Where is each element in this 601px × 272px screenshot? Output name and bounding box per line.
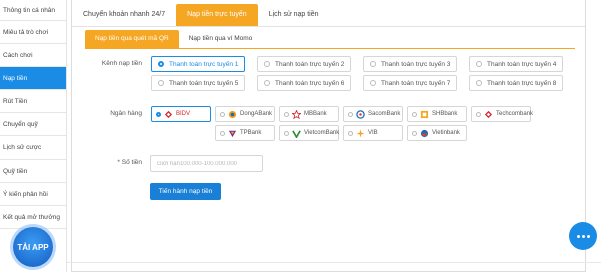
- channel-option-8[interactable]: Thanh toán trực tuyến 8: [469, 75, 563, 91]
- channel-option-label: Thanh toán trực tuyến 3: [381, 60, 451, 68]
- radio-icon: [476, 61, 482, 67]
- bank-option-donga[interactable]: DongABank: [215, 106, 275, 122]
- download-app-button[interactable]: TẢI APP: [13, 227, 53, 267]
- channel-option-1[interactable]: Thanh toán trực tuyến 1: [151, 56, 245, 72]
- bank-option-vib[interactable]: VIB: [343, 125, 403, 141]
- radio-icon: [370, 61, 376, 67]
- top-tabs: Chuyển khoản nhanh 24/7 Nạp tiền trực tu…: [72, 4, 330, 26]
- bank-option-sacom[interactable]: SacomBank: [343, 106, 403, 122]
- radio-icon: [412, 111, 417, 117]
- bank-option-label: BIDV: [176, 111, 191, 117]
- radio-icon: [156, 111, 161, 117]
- more-dots-icon: [581, 234, 585, 238]
- radio-icon: [220, 130, 225, 136]
- sidebar-item-feedback[interactable]: Ý kiến phản hồi: [0, 183, 66, 206]
- tab-deposit-history[interactable]: Lịch sử nạp tiền: [258, 4, 330, 26]
- channel-option-label: Thanh toán trực tuyến 7: [381, 79, 451, 87]
- bank-option-techcom[interactable]: Techcombank: [471, 106, 534, 122]
- bank-option-label: VietcomBank: [304, 130, 340, 136]
- radio-icon: [264, 61, 270, 67]
- sidebar-item-results[interactable]: Kết quả mở thưởng: [0, 206, 66, 229]
- bank-option-bidv[interactable]: BIDV: [151, 106, 211, 122]
- bank-option-label: DongABank: [240, 111, 273, 117]
- radio-icon: [476, 111, 481, 117]
- channel-label: Kênh nạp tiền: [101, 60, 142, 67]
- sidebar-item-how-to-play[interactable]: Cách chơi: [0, 44, 66, 68]
- more-dots-icon: [586, 234, 590, 238]
- sidebar-item-transfer[interactable]: Chuyển quỹ: [0, 113, 66, 137]
- bank-option-label: SHBbank: [432, 111, 458, 117]
- bank-option-label: TPBank: [240, 130, 262, 136]
- bank-option-label: VIB: [368, 130, 378, 136]
- channel-option-label: Thanh toán trực tuyến 4: [487, 60, 557, 68]
- amount-label: * Số tiền: [117, 159, 142, 166]
- bank-label: Ngân hàng: [110, 110, 142, 117]
- bank-option-label: Vietinbank: [432, 130, 460, 136]
- radio-icon: [370, 80, 376, 86]
- radio-icon: [158, 80, 164, 86]
- tab-online-deposit[interactable]: Nạp tiền trực tuyến: [176, 4, 258, 26]
- tab-divider: [72, 26, 585, 27]
- radio-icon: [158, 61, 164, 67]
- channel-option-label: Thanh toán trực tuyến 8: [487, 79, 557, 87]
- sidebar-item-profile[interactable]: Thông tin cá nhân: [0, 0, 66, 21]
- techcombank-logo-icon: [484, 110, 493, 118]
- horizontal-scrollbar[interactable]: [67, 262, 601, 263]
- bank-option-tp[interactable]: TPBank: [215, 125, 275, 141]
- radio-icon: [476, 80, 482, 86]
- main-panel: Chuyển khoản nhanh 24/7 Nạp tiền trực tu…: [71, 0, 586, 272]
- channel-option-6[interactable]: Thanh toán trực tuyến 6: [257, 75, 351, 91]
- channel-option-label: Thanh toán trực tuyến 2: [275, 60, 345, 68]
- channel-option-7[interactable]: Thanh toán trực tuyến 7: [363, 75, 457, 91]
- bank-option-shb[interactable]: SHBbank: [407, 106, 467, 122]
- bank-option-vietin[interactable]: Vietinbank: [407, 125, 467, 141]
- channel-option-5[interactable]: Thanh toán trực tuyến 5: [151, 75, 245, 91]
- bank-option-mb[interactable]: MBBank: [279, 106, 339, 122]
- sidebar-item-withdraw[interactable]: Rút Tiền: [0, 90, 66, 114]
- sidebar-item-deposit[interactable]: Nạp tiền: [0, 67, 66, 91]
- channel-option-3[interactable]: Thanh toán trực tuyến 3: [363, 56, 457, 72]
- more-dots-icon: [576, 234, 580, 238]
- radio-icon: [220, 111, 225, 117]
- bidv-logo-icon: [164, 110, 173, 118]
- bank-option-vietcom[interactable]: VietcomBank: [279, 125, 339, 141]
- radio-icon: [348, 111, 353, 117]
- shbbank-logo-icon: [420, 110, 429, 118]
- radio-icon: [284, 130, 289, 136]
- bank-option-label: Techcombank: [496, 111, 534, 117]
- submit-deposit-button[interactable]: Tiến hành nạp tiền: [150, 183, 221, 200]
- channel-option-label: Thanh toán trực tuyến 6: [275, 79, 345, 87]
- tab-fast-transfer[interactable]: Chuyển khoản nhanh 24/7: [72, 4, 176, 26]
- channel-option-2[interactable]: Thanh toán trực tuyến 2: [257, 56, 351, 72]
- vietinbank-logo-icon: [420, 129, 429, 137]
- sidebar-item-bet-history[interactable]: Lịch sử cược: [0, 136, 66, 160]
- channel-option-4[interactable]: Thanh toán trực tuyến 4: [469, 56, 563, 72]
- amount-input[interactable]: [150, 155, 263, 172]
- sidebar-item-funds[interactable]: Quỹ tiền: [0, 160, 66, 183]
- vietcombank-logo-icon: [292, 129, 301, 138]
- chat-button[interactable]: [569, 222, 597, 250]
- channel-option-label: Thanh toán trực tuyến 1: [169, 60, 239, 68]
- donga-logo-icon: [228, 110, 237, 118]
- subtab-momo-deposit[interactable]: Nạp tiền qua ví Momo: [179, 30, 263, 48]
- bank-option-label: SacomBank: [368, 111, 401, 117]
- radio-icon: [284, 111, 289, 117]
- sub-tabs: Nạp tiền qua quét mã QR Nạp tiền qua ví …: [85, 30, 575, 49]
- radio-icon: [348, 130, 353, 136]
- subtab-qr-deposit[interactable]: Nạp tiền qua quét mã QR: [85, 30, 179, 48]
- sidebar-item-game-description[interactable]: Miêu tả trò chơi: [0, 21, 66, 45]
- sacombank-logo-icon: [356, 109, 365, 119]
- radio-icon: [412, 130, 417, 136]
- channel-option-label: Thanh toán trực tuyến 5: [169, 79, 239, 87]
- vib-logo-icon: [356, 128, 365, 138]
- radio-icon: [264, 80, 270, 86]
- mbbank-logo-icon: [292, 109, 301, 119]
- bank-option-label: MBBank: [304, 111, 327, 117]
- tpbank-logo-icon: [228, 130, 237, 137]
- page: Thông tin cá nhân Miêu tả trò chơi Cách …: [0, 0, 601, 272]
